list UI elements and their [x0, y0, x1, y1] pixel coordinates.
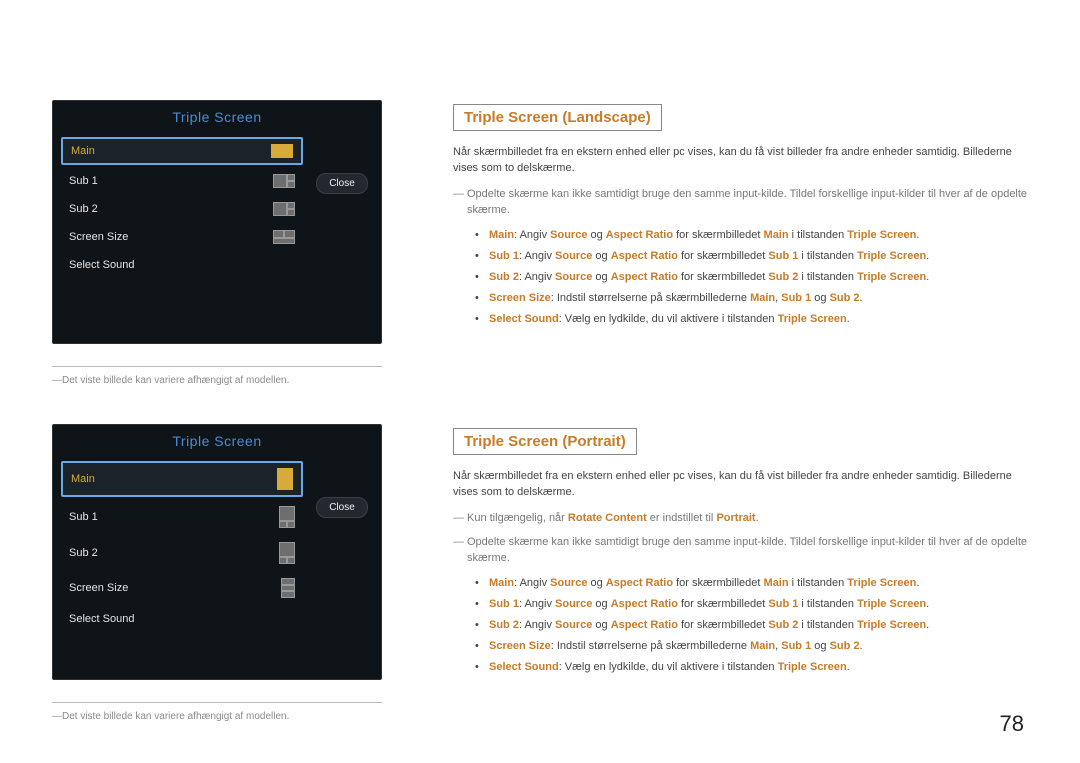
menu-sub2[interactable]: Sub 2	[61, 197, 303, 221]
layout-sub1-icon	[273, 174, 295, 188]
menu-screen-size[interactable]: Screen Size	[61, 573, 303, 603]
bullet-sub1: Sub 1: Angiv Source og Aspect Ratio for …	[489, 248, 1032, 265]
menu-list: Main Sub 1 Sub 2 Screen Size	[61, 461, 303, 631]
menu-label: Sub 1	[69, 511, 98, 523]
layout-main-portrait-icon	[277, 468, 293, 490]
menu-sub1[interactable]: Sub 1	[61, 169, 303, 193]
layout-sub2-icon	[273, 202, 295, 216]
intro-text: Når skærmbilledet fra en ekstern enhed e…	[453, 469, 1032, 501]
screen-size-portrait-icon	[281, 578, 295, 598]
menu-list: Main Sub 1 Sub 2 Screen Size	[61, 137, 303, 277]
note-text: Opdelte skærme kan ikke samtidigt bruge …	[467, 535, 1032, 567]
close-button[interactable]: Close	[316, 497, 368, 518]
menu-label: Select Sound	[69, 259, 134, 271]
note-text: Opdelte skærme kan ikke samtidigt bruge …	[467, 187, 1032, 219]
divider	[52, 702, 382, 703]
triple-screen-panel-portrait: Triple Screen Main Sub 1 Sub 2	[52, 424, 382, 680]
close-button[interactable]: Close	[316, 173, 368, 194]
triple-screen-panel-landscape: Triple Screen Main Sub 1 Sub 2	[52, 100, 382, 344]
menu-label: Screen Size	[69, 231, 128, 243]
menu-sub1[interactable]: Sub 1	[61, 501, 303, 533]
menu-label: Sub 1	[69, 175, 98, 187]
bullet-screen-size: Screen Size: Indstil størrelserne på skæ…	[489, 290, 1032, 307]
layout-sub2-portrait-icon	[279, 542, 295, 564]
panel-title: Triple Screen	[53, 101, 381, 133]
bullet-screen-size: Screen Size: Indstil størrelserne på skæ…	[489, 638, 1032, 655]
menu-label: Sub 2	[69, 547, 98, 559]
section-title-landscape: Triple Screen (Landscape)	[453, 104, 662, 131]
menu-label: Select Sound	[69, 613, 134, 625]
divider	[52, 366, 382, 367]
menu-label: Screen Size	[69, 582, 128, 594]
menu-main[interactable]: Main	[61, 137, 303, 165]
page-number: 78	[1000, 711, 1024, 737]
availability-note: Kun tilgængelig, når Rotate Content er i…	[467, 511, 1032, 527]
bullet-list: Main: Angiv Source og Aspect Ratio for s…	[453, 575, 1032, 676]
section-title-portrait: Triple Screen (Portrait)	[453, 428, 637, 455]
bullet-select-sound: Select Sound: Vælg en lydkilde, du vil a…	[489, 659, 1032, 676]
bullet-list: Main: Angiv Source og Aspect Ratio for s…	[453, 227, 1032, 328]
menu-screen-size[interactable]: Screen Size	[61, 225, 303, 249]
menu-label: Sub 2	[69, 203, 98, 215]
select-sound-icon	[273, 612, 295, 626]
intro-text: Når skærmbilledet fra en ekstern enhed e…	[453, 145, 1032, 177]
menu-select-sound[interactable]: Select Sound	[61, 607, 303, 631]
menu-label: Main	[71, 145, 95, 157]
panel-title: Triple Screen	[53, 425, 381, 457]
layout-sub1-portrait-icon	[279, 506, 295, 528]
caption: Det viste billede kan variere afhængigt …	[52, 375, 413, 386]
select-sound-icon	[273, 258, 295, 272]
menu-sub2[interactable]: Sub 2	[61, 537, 303, 569]
menu-main[interactable]: Main	[61, 461, 303, 497]
menu-select-sound[interactable]: Select Sound	[61, 253, 303, 277]
bullet-sub1: Sub 1: Angiv Source og Aspect Ratio for …	[489, 596, 1032, 613]
bullet-main: Main: Angiv Source og Aspect Ratio for s…	[489, 575, 1032, 592]
layout-main-icon	[271, 144, 293, 158]
menu-label: Main	[71, 473, 95, 485]
bullet-sub2: Sub 2: Angiv Source og Aspect Ratio for …	[489, 269, 1032, 286]
bullet-sub2: Sub 2: Angiv Source og Aspect Ratio for …	[489, 617, 1032, 634]
screen-size-icon	[273, 230, 295, 244]
caption: Det viste billede kan variere afhængigt …	[52, 711, 413, 722]
bullet-main: Main: Angiv Source og Aspect Ratio for s…	[489, 227, 1032, 244]
bullet-select-sound: Select Sound: Vælg en lydkilde, du vil a…	[489, 311, 1032, 328]
